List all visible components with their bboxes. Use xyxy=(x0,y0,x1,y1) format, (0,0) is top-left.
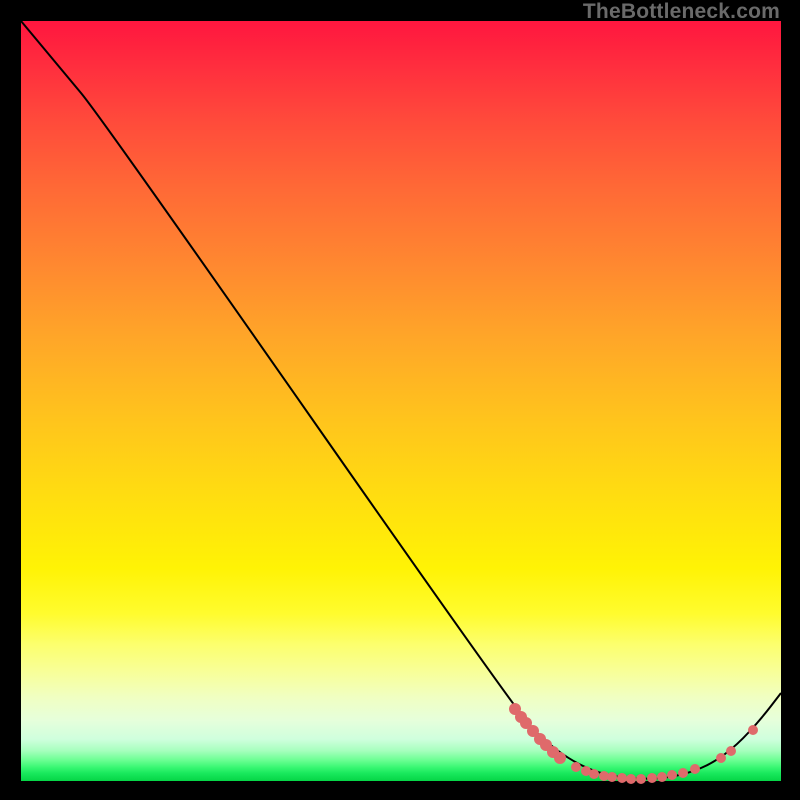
curve-layer xyxy=(21,21,781,781)
curve-marker xyxy=(626,774,636,784)
curve-marker xyxy=(657,772,667,782)
curve-marker xyxy=(554,752,566,764)
watermark-text: TheBottleneck.com xyxy=(583,0,780,24)
curve-marker xyxy=(726,746,736,756)
chart-stage: TheBottleneck.com xyxy=(0,0,800,800)
curve-marker xyxy=(607,772,617,782)
curve-marker xyxy=(748,725,758,735)
curve-marker xyxy=(678,768,688,778)
curve-marker xyxy=(647,773,657,783)
marker-group xyxy=(509,703,758,784)
curve-marker xyxy=(589,769,599,779)
curve-marker xyxy=(667,770,677,780)
curve-marker xyxy=(716,753,726,763)
plot-area xyxy=(21,21,781,781)
curve-marker xyxy=(571,762,581,772)
curve-marker xyxy=(636,774,646,784)
curve-marker xyxy=(690,764,700,774)
bottleneck-curve xyxy=(21,21,781,779)
curve-marker xyxy=(617,773,627,783)
